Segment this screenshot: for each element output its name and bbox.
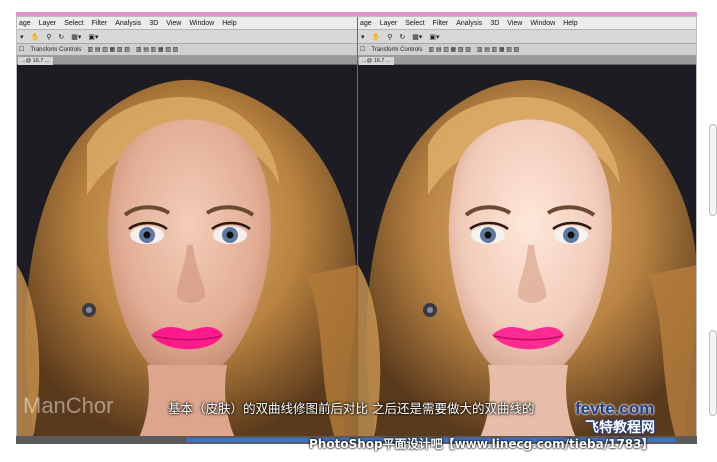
zoom-tool-icon[interactable]: ⚲ bbox=[46, 33, 51, 41]
document-tab-row: ...@ 16.7 ... bbox=[358, 56, 696, 65]
tieba-credit: PhotoShop平面设计吧【www.linecg.com/tieba/1783… bbox=[309, 437, 654, 451]
distribute-buttons-icon[interactable]: ▥ ▤ ▥ ▦ ▧ ▨ bbox=[136, 46, 178, 53]
document-tab[interactable]: ...@ 16.7 ... bbox=[359, 57, 394, 65]
portrait-before bbox=[17, 65, 357, 443]
logo-domain: fevte.com bbox=[575, 399, 655, 418]
hand-tool-icon[interactable]: ✋ bbox=[372, 33, 381, 41]
portrait-after bbox=[358, 65, 696, 443]
document-tab[interactable]: ...@ 16.7 ... bbox=[18, 57, 53, 65]
options-bar: ☐ Transform Controls ▥ ▤ ▥ ▦ ▧ ▨ ▥ ▤ ▥ ▦… bbox=[358, 44, 696, 56]
arrange-documents-icon[interactable]: ▦▾ bbox=[71, 33, 81, 41]
transform-controls-label: Transform Controls bbox=[30, 46, 82, 53]
checkbox-icon[interactable]: ☐ bbox=[19, 46, 24, 53]
menu-item-window[interactable]: Window bbox=[189, 20, 214, 27]
menu-item-3d[interactable]: 3D bbox=[149, 20, 158, 27]
menu-item-analysis[interactable]: Analysis bbox=[456, 20, 482, 27]
page-scrollbar-lower[interactable] bbox=[709, 330, 717, 416]
application-bar: ▾ ✋ ⚲ ↻ ▦▾ ▣▾ bbox=[358, 30, 696, 44]
menu-item-analysis[interactable]: Analysis bbox=[115, 20, 141, 27]
video-subtitle: 基本（皮肤）的双曲线修图前后对比 之后还是需要做大的双曲线的 bbox=[168, 401, 535, 416]
align-buttons-icon[interactable]: ▥ ▤ ▥ ▦ ▧ ▨ bbox=[88, 46, 130, 53]
page-scrollbar-upper[interactable] bbox=[709, 124, 717, 216]
align-buttons-icon[interactable]: ▥ ▤ ▥ ▦ ▧ ▨ bbox=[429, 46, 471, 53]
dropdown-arrow-icon[interactable]: ▾ bbox=[20, 33, 24, 41]
menu-item-select[interactable]: Select bbox=[405, 20, 424, 27]
photoshop-window-after: age Layer Select Filter Analysis 3D View… bbox=[358, 17, 696, 443]
menu-item-view[interactable]: View bbox=[166, 20, 181, 27]
rotate-view-icon[interactable]: ↻ bbox=[58, 33, 64, 41]
rotate-view-icon[interactable]: ↻ bbox=[399, 33, 405, 41]
menu-item-view[interactable]: View bbox=[507, 20, 522, 27]
dropdown-arrow-icon[interactable]: ▾ bbox=[361, 33, 365, 41]
menu-item-layer[interactable]: Layer bbox=[380, 20, 398, 27]
zoom-tool-icon[interactable]: ⚲ bbox=[387, 33, 392, 41]
arrange-documents-icon[interactable]: ▦▾ bbox=[412, 33, 422, 41]
checkbox-icon[interactable]: ☐ bbox=[360, 46, 365, 53]
menu-item-help[interactable]: Help bbox=[222, 20, 236, 27]
distribute-buttons-icon[interactable]: ▥ ▤ ▥ ▦ ▧ ▨ bbox=[477, 46, 519, 53]
screen-mode-icon[interactable]: ▣▾ bbox=[88, 33, 98, 41]
fevte-logo: fevte.com 飞特教程网 bbox=[575, 399, 693, 436]
screen-mode-icon[interactable]: ▣▾ bbox=[429, 33, 439, 41]
video-frame: age Layer Select Filter Analysis 3D View… bbox=[16, 16, 697, 444]
menu-bar: age Layer Select Filter Analysis 3D View… bbox=[358, 17, 696, 30]
document-tab-row: ...@ 16.7 ... bbox=[17, 56, 357, 65]
menu-bar: age Layer Select Filter Analysis 3D View… bbox=[17, 17, 357, 30]
options-bar: ☐ Transform Controls ▥ ▤ ▥ ▦ ▧ ▨ ▥ ▤ ▥ ▦… bbox=[17, 44, 357, 56]
menu-item-image[interactable]: age bbox=[360, 20, 372, 27]
hand-tool-icon[interactable]: ✋ bbox=[31, 33, 40, 41]
menu-item-3d[interactable]: 3D bbox=[490, 20, 499, 27]
menu-item-filter[interactable]: Filter bbox=[433, 20, 449, 27]
manchor-watermark: ManChor bbox=[23, 393, 114, 418]
menu-item-image[interactable]: age bbox=[19, 20, 31, 27]
photoshop-window-before: age Layer Select Filter Analysis 3D View… bbox=[17, 17, 357, 443]
menu-item-help[interactable]: Help bbox=[563, 20, 577, 27]
application-bar: ▾ ✋ ⚲ ↻ ▦▾ ▣▾ bbox=[17, 30, 357, 44]
menu-item-window[interactable]: Window bbox=[530, 20, 555, 27]
menu-item-select[interactable]: Select bbox=[64, 20, 83, 27]
transform-controls-label: Transform Controls bbox=[371, 46, 423, 53]
logo-name: 飞特教程网 bbox=[585, 420, 655, 436]
menu-item-filter[interactable]: Filter bbox=[92, 20, 108, 27]
menu-item-layer[interactable]: Layer bbox=[39, 20, 57, 27]
